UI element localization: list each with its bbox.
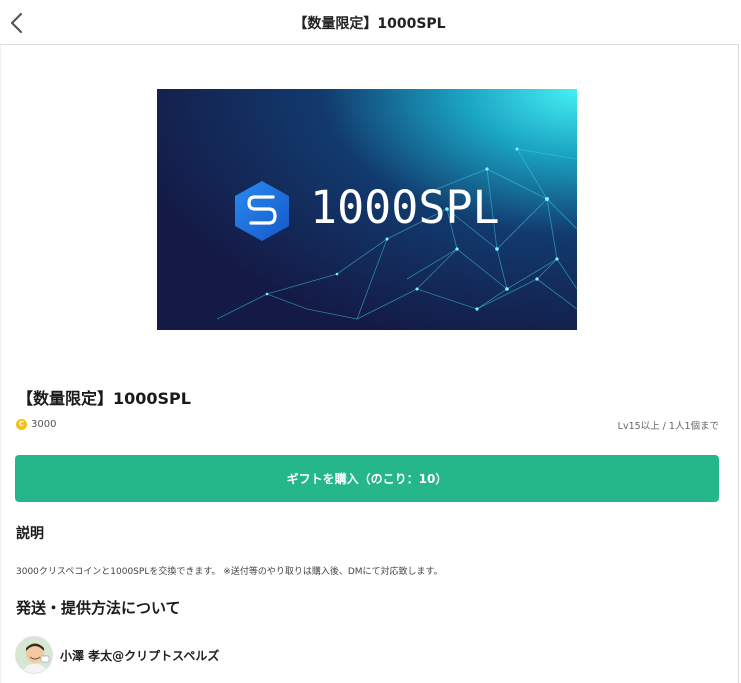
shipping-heading: 発送・提供方法について — [16, 599, 181, 617]
buy-gift-button[interactable]: ギフトを購入（のこり：10） — [15, 455, 719, 502]
header: 【数量限定】1000SPL — [0, 0, 739, 45]
description-text: 3000クリスペコインと1000SPLを交換できます。 ※送付等のやり取りは購入… — [16, 567, 443, 577]
purchase-limit: Lv15以上 / 1人1個まで — [617, 421, 719, 432]
product-title: 【数量限定】1000SPL — [17, 389, 191, 408]
avatar[interactable] — [15, 636, 53, 674]
description-heading: 説明 — [16, 526, 44, 542]
price-row: C 3000 — [16, 417, 56, 431]
product-banner-image: 1000SPL — [157, 89, 577, 330]
price: 3000 — [31, 418, 57, 430]
banner-text: 1000SPL — [310, 181, 500, 234]
header-title: 【数量限定】1000SPL — [293, 16, 446, 32]
seller-name[interactable]: 小澤 孝太@クリプトスペルズ — [60, 647, 219, 664]
seller-info[interactable]: 小澤 孝太@クリプトスペルズ — [15, 636, 219, 674]
coin-icon: C — [16, 418, 27, 430]
